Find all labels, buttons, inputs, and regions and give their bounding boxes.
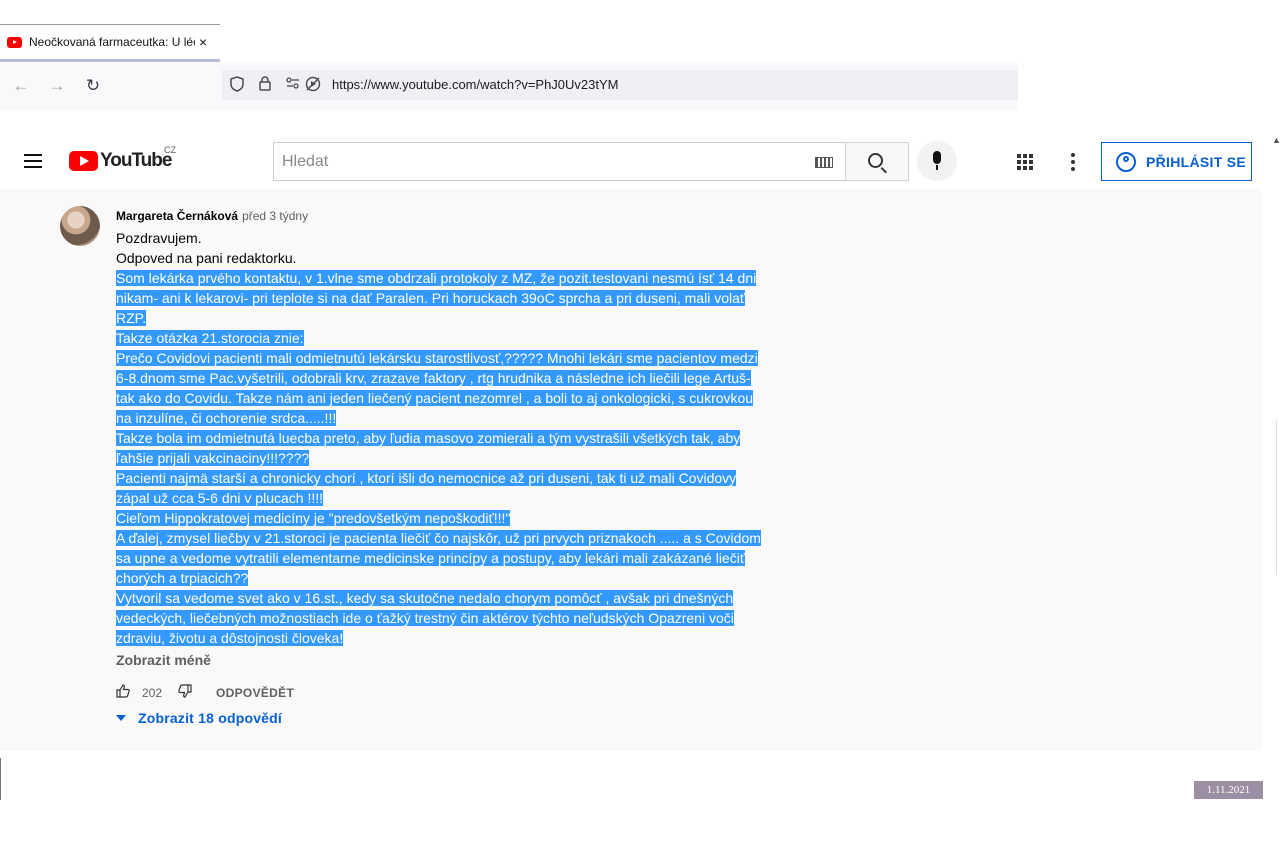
scrollbar[interactable] xyxy=(1276,420,1277,575)
like-icon[interactable] xyxy=(116,683,130,703)
shield-icon[interactable] xyxy=(230,76,244,97)
selected-comment-line: Takze otázka 21.storocia znie: xyxy=(116,330,304,346)
search-button[interactable] xyxy=(845,142,909,181)
divider xyxy=(0,758,1,800)
keyboard-icon[interactable] xyxy=(815,157,833,168)
search-box xyxy=(273,142,846,181)
url-text[interactable]: https://www.youtube.com/watch?v=PhJ0Uv23… xyxy=(332,77,619,92)
selected-comment-line: na inzulíne, či ochorenie srdca.....!!! xyxy=(116,410,337,426)
signin-label: PŘIHLÁSIT SE xyxy=(1146,153,1247,170)
tab-close-icon[interactable]: × xyxy=(199,34,207,50)
browser-tabbar: Neočkovaná farmaceutka: U léč × xyxy=(0,0,1280,62)
selected-comment-line: 6-8.dnom sme Pac.vyšetrili, odobrali krv… xyxy=(116,370,751,386)
commenter-avatar[interactable] xyxy=(60,206,100,246)
lock-icon[interactable] xyxy=(259,76,271,96)
comments-section: Margareta Černáková před 3 týdny Pozdravu… xyxy=(0,189,1262,751)
selected-comment-line: sa upne a vedome vytratili elementarne m… xyxy=(116,550,746,566)
caret-down-icon xyxy=(116,715,126,721)
view-replies-button[interactable]: Zobrazit 18 odpovědí xyxy=(116,710,282,726)
search-icon xyxy=(868,153,883,168)
country-code: CZ xyxy=(164,145,176,155)
selected-comment-line: Pacienti najmä starší a chronicky chorí … xyxy=(116,470,737,486)
permissions-icon[interactable] xyxy=(286,76,300,94)
account-icon xyxy=(1116,151,1136,172)
comment-text: Pozdravujem. Odpoved na pani redaktorku.… xyxy=(116,228,786,648)
date-stamp: 1.11.2021 xyxy=(1194,781,1263,799)
more-options-icon[interactable] xyxy=(1071,153,1075,171)
back-arrow-icon[interactable]: ← xyxy=(9,74,33,98)
selected-comment-line: vedeckých, liečebných možnostiach ide o … xyxy=(116,610,734,626)
youtube-header: YouTube CZ PŘIHLÁSIT SE xyxy=(0,110,1262,189)
selected-comment-line: RZP. xyxy=(116,310,147,326)
selected-comment-line: nikam- ani k lekarovi- pri teplote si na… xyxy=(116,290,746,306)
like-count: 202 xyxy=(142,686,163,700)
selected-comment-line: zápal už cca 5-6 dni v plucach !!!! xyxy=(116,490,323,506)
selected-comment-line: Vytvoril sa vedome svet ako v 16.st., ke… xyxy=(116,590,734,606)
selected-comment-line: chorých a trpiacich?? xyxy=(116,570,249,586)
tab-title: Neočkovaná farmaceutka: U léč xyxy=(29,35,195,49)
comment-author[interactable]: Margareta Černáková xyxy=(116,209,238,223)
search-input[interactable] xyxy=(274,143,804,180)
signin-button[interactable]: PŘIHLÁSIT SE xyxy=(1101,142,1252,181)
autoplay-blocked-icon[interactable] xyxy=(305,76,321,97)
selected-comment-line: Som lekárka prvého kontaktu, v 1.vlne sm… xyxy=(116,270,757,286)
show-less-button[interactable]: Zobrazit méně xyxy=(116,652,211,668)
forward-arrow-icon[interactable]: → xyxy=(45,74,69,98)
browser-navbar: ← → ↻ https://www.youtube.com/watch?v=Ph… xyxy=(0,62,1018,110)
voice-search-button[interactable] xyxy=(917,141,957,181)
apps-grid-icon[interactable] xyxy=(1017,154,1033,170)
comment-time[interactable]: před 3 týdny xyxy=(242,209,308,223)
microphone-icon xyxy=(933,151,941,170)
youtube-logo-text: YouTube xyxy=(100,150,172,171)
comment-line: Pozdravujem. xyxy=(116,230,202,246)
selected-comment-line: Prečo Covidovi pacienti mali odmietnutú … xyxy=(116,350,758,366)
view-replies-label: Zobrazit 18 odpovědí xyxy=(138,710,283,726)
youtube-logo[interactable]: YouTube CZ xyxy=(69,145,176,172)
reload-icon[interactable]: ↻ xyxy=(81,74,105,98)
youtube-play-icon xyxy=(69,151,98,171)
selected-comment-line: Takze bola im odmietnutá luecba preto, a… xyxy=(116,430,741,446)
dislike-icon[interactable] xyxy=(178,683,192,703)
hamburger-menu-icon[interactable] xyxy=(24,154,42,168)
comment-actions: 202 ODPOVĚDĚT xyxy=(116,683,294,703)
reply-button[interactable]: ODPOVĚDĚT xyxy=(216,686,294,700)
comment-header: Margareta Černáková před 3 týdny xyxy=(116,209,308,223)
page-bottom-area xyxy=(0,751,1170,799)
selected-comment-line: ľahšie prijali vakcinaciny!!!???? xyxy=(116,450,310,466)
scroll-up-arrow-icon[interactable]: ▲ xyxy=(1272,135,1280,145)
selected-comment-line: zdraviu, životu a dôstojnosti človeka! xyxy=(116,630,344,646)
browser-tab[interactable]: Neočkovaná farmaceutka: U léč × xyxy=(0,24,220,62)
selected-comment-line: Cieľom Hippokratovej medicíny je "predov… xyxy=(116,510,511,526)
url-bar[interactable]: https://www.youtube.com/watch?v=PhJ0Uv23… xyxy=(222,70,1018,100)
comment-line: Odpoved na pani redaktorku. xyxy=(116,250,297,266)
selected-comment-line: A ďalej, zmysel liečby v 21.storoci je p… xyxy=(116,530,761,546)
selected-comment-line: tak ako do Covidu. Takze nám ani jeden l… xyxy=(116,390,754,406)
youtube-favicon-icon xyxy=(7,36,22,48)
